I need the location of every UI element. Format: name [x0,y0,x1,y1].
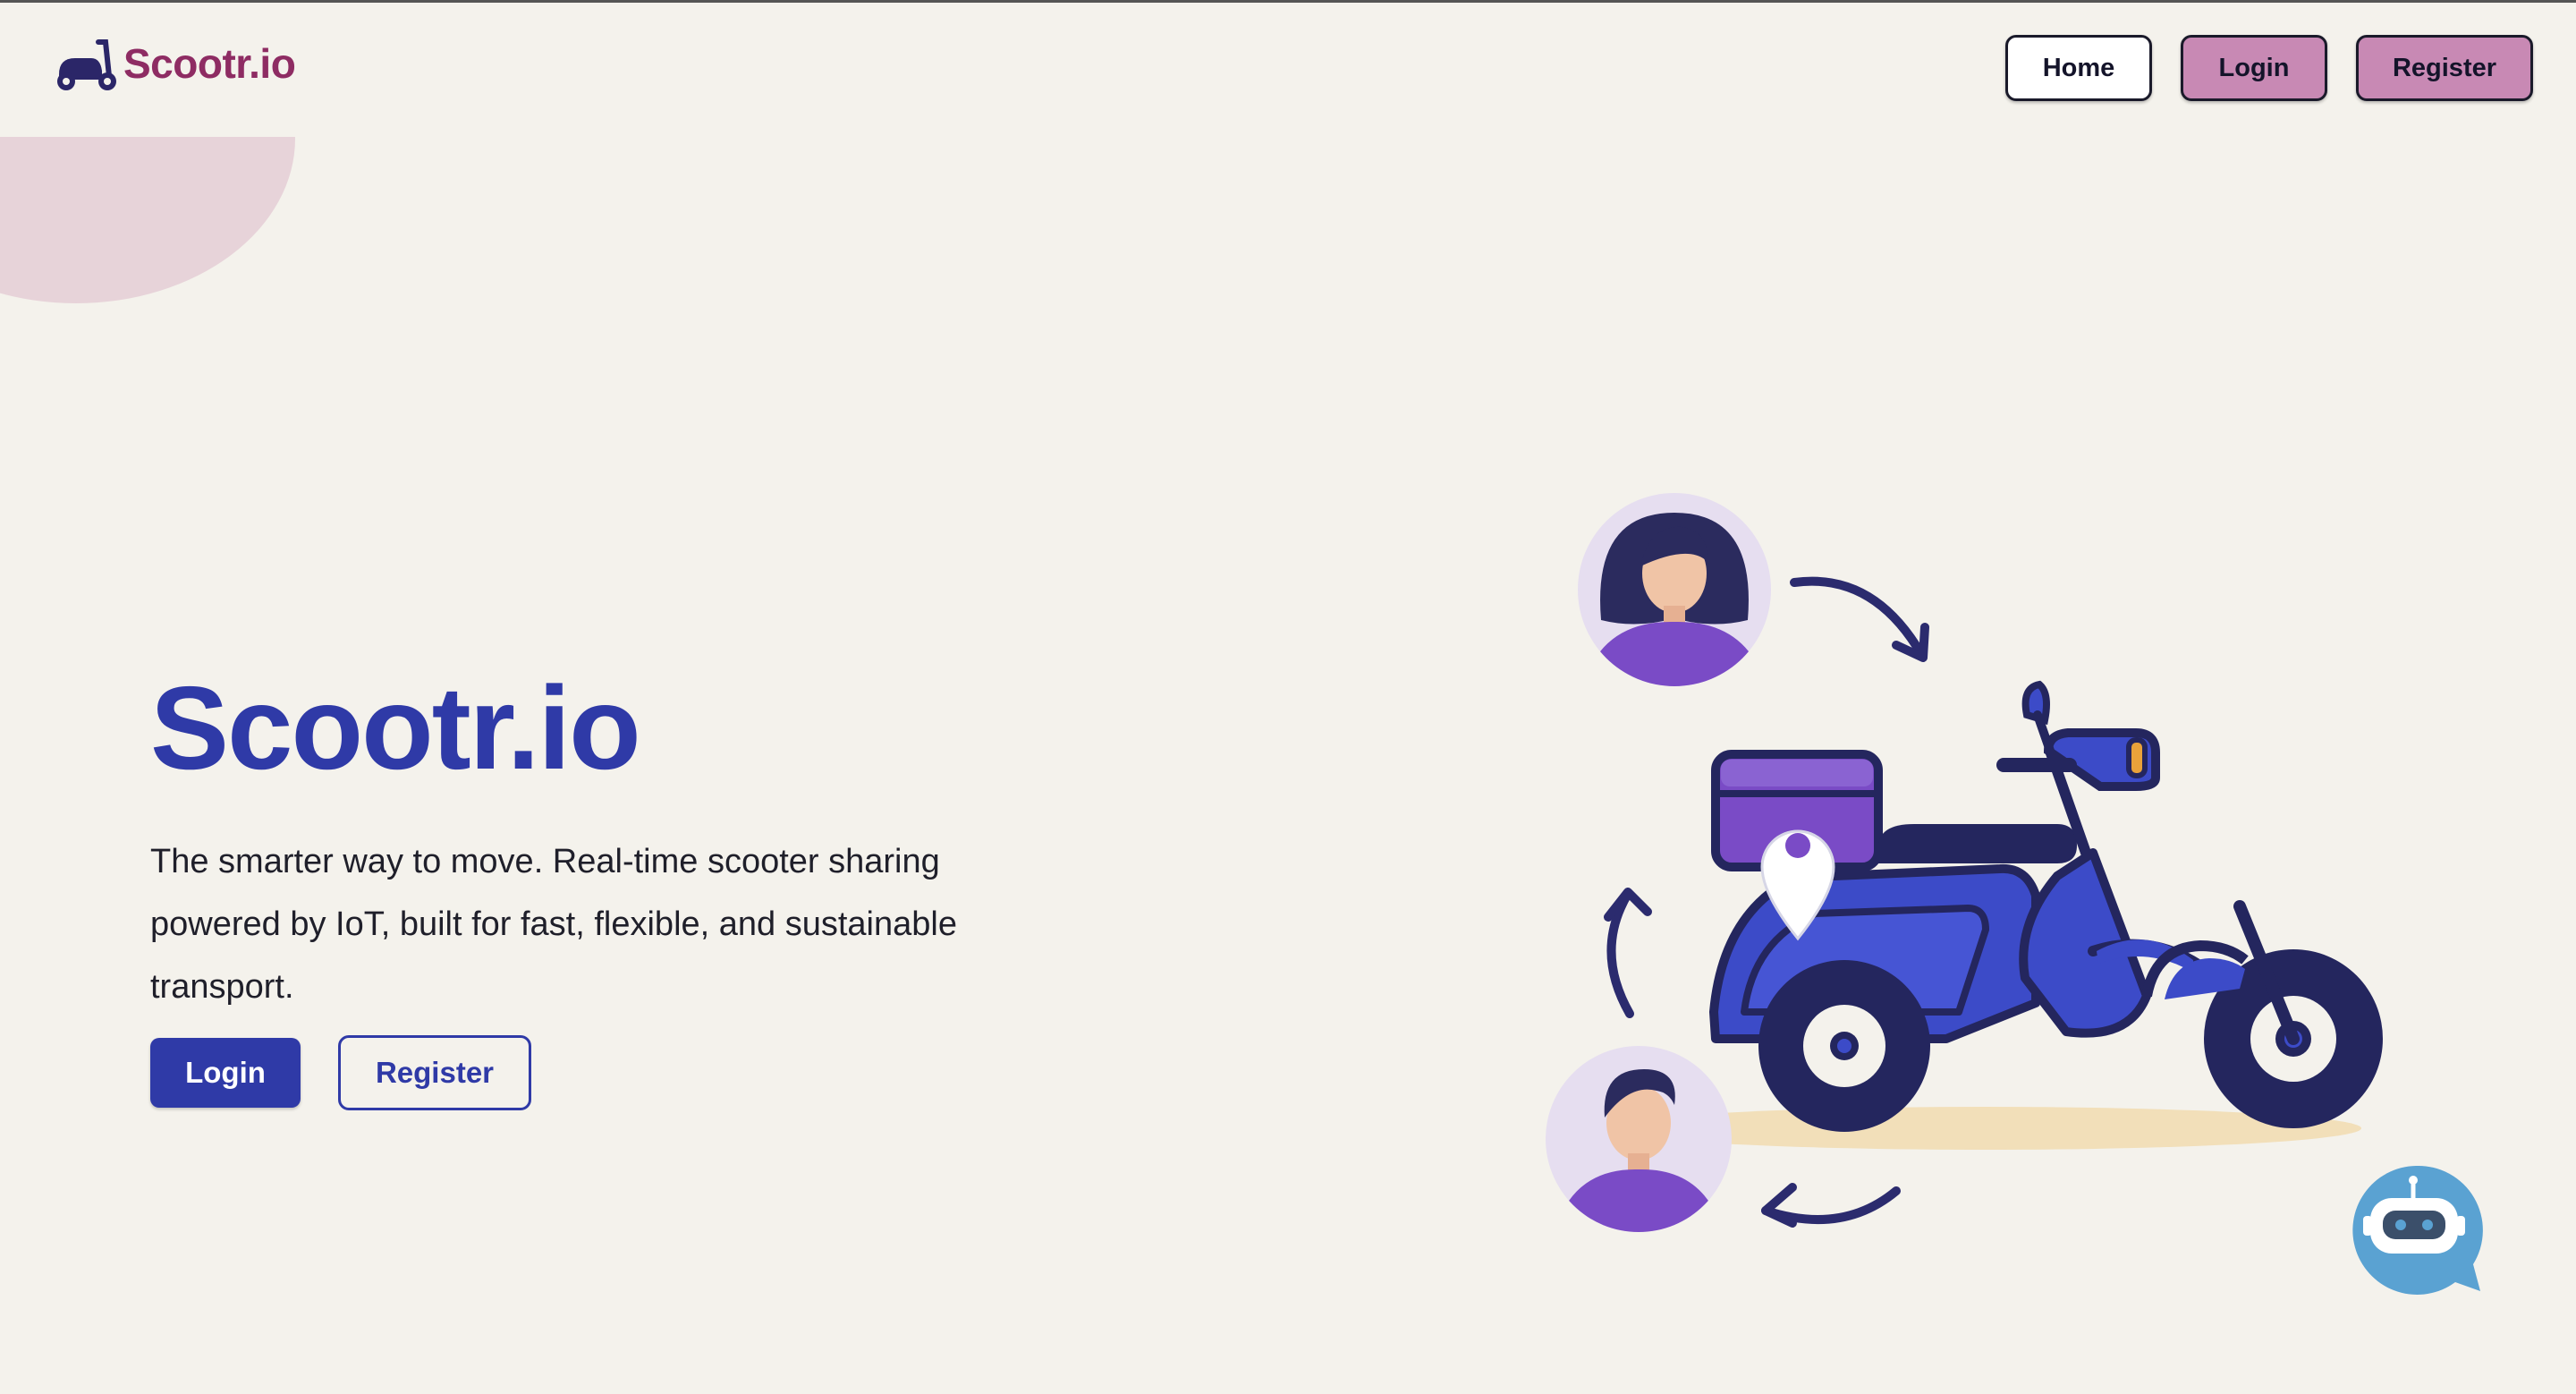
hero-title: Scootr.io [150,662,641,794]
scooter-sharing-illustration [1521,486,2415,1255]
woman-avatar [1578,493,1771,686]
nav-home-button[interactable]: Home [2005,35,2152,101]
hero-login-button[interactable]: Login [150,1038,301,1108]
man-avatar [1546,1046,1732,1232]
hero-section: Scootr.io The smarter way to move. Real-… [150,669,1045,1110]
hero-description: The smarter way to move. Real-time scoot… [150,843,957,1006]
chatbot-icon [2352,1165,2483,1295]
hero-register-button[interactable]: Register [338,1035,531,1110]
scooter-graphic [1709,680,2383,1132]
top-navbar: Scootr.io Home Login Register [0,3,2576,137]
main-nav: Home Login Register [2005,35,2533,101]
nav-register-button[interactable]: Register [2356,35,2533,101]
brand-logo[interactable]: Scootr.io [52,35,296,92]
nav-login-button[interactable]: Login [2181,35,2327,101]
scooter-icon [52,35,120,92]
hero-actions: Login Register [150,1035,1045,1110]
chatbot-button[interactable] [2349,1164,2483,1298]
page: Scootr.io Home Login Register Scootr.io … [0,0,2576,1394]
brand-name: Scootr.io [123,40,296,87]
